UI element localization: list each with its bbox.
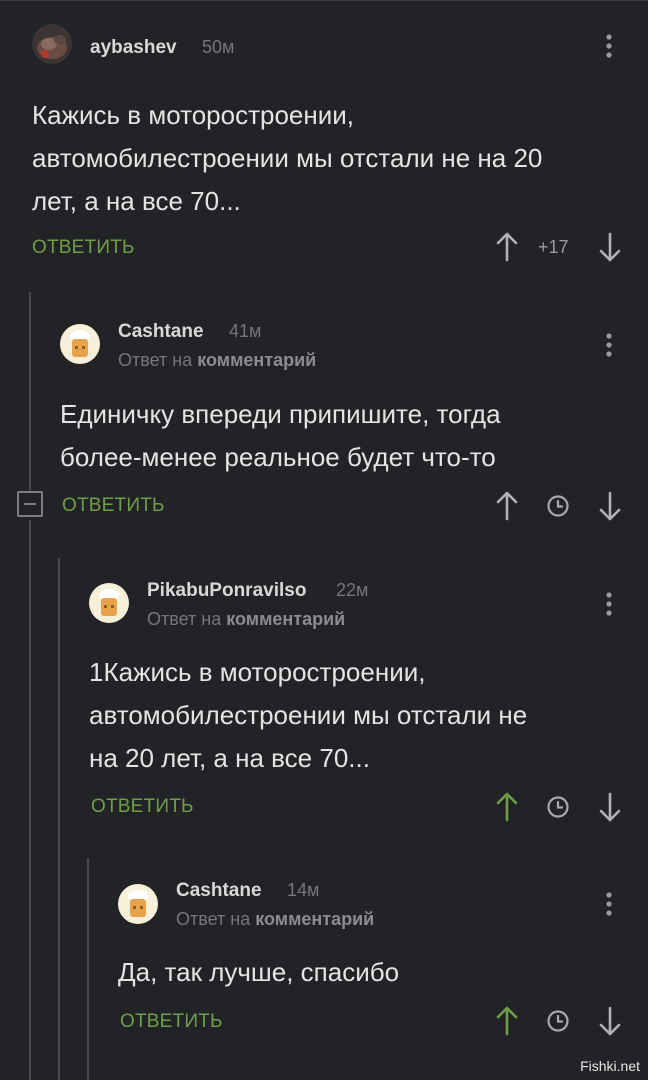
avatar[interactable]	[32, 24, 72, 64]
watermark: Fishki.net	[580, 1058, 640, 1074]
avatar[interactable]	[89, 583, 129, 623]
arrow-up-icon[interactable]	[495, 1005, 519, 1037]
clock-icon[interactable]	[546, 1009, 570, 1033]
arrow-up-icon[interactable]	[495, 231, 519, 263]
comment-text: 1Кажись в моторостроении, автомобилестро…	[89, 657, 528, 773]
username[interactable]: Cashtane	[118, 321, 204, 343]
reply-button[interactable]: ОТВЕТИТЬ	[32, 237, 135, 259]
timestamp: 41м	[229, 321, 262, 341]
clock-icon[interactable]	[546, 795, 570, 819]
more-vertical-icon[interactable]	[604, 590, 614, 620]
clock-icon[interactable]	[546, 494, 570, 518]
arrow-down-icon[interactable]	[598, 231, 622, 263]
comment-text: Единичку впереди припишите, тогда более-…	[60, 399, 501, 472]
reply-to-label[interactable]: Ответ на комментарий	[147, 609, 345, 630]
avatar[interactable]	[60, 324, 100, 364]
more-vertical-icon[interactable]	[604, 890, 614, 920]
reply-to-label[interactable]: Ответ на комментарий	[118, 350, 316, 371]
reply-button[interactable]: ОТВЕТИТЬ	[91, 796, 194, 818]
arrow-down-icon[interactable]	[598, 791, 622, 823]
top-divider	[0, 0, 648, 1]
thread-line-2	[58, 558, 60, 1080]
collapse-button[interactable]	[17, 491, 43, 517]
username[interactable]: Cashtane	[176, 880, 262, 902]
arrow-up-icon[interactable]	[495, 490, 519, 522]
more-vertical-icon[interactable]	[604, 32, 614, 62]
thread-line-3	[87, 858, 89, 1080]
arrow-down-icon[interactable]	[598, 490, 622, 522]
timestamp: 22м	[336, 580, 369, 600]
thread-line-1b	[29, 520, 31, 1080]
thread-line-1	[29, 292, 31, 492]
more-vertical-icon[interactable]	[604, 331, 614, 361]
arrow-down-icon[interactable]	[598, 1005, 622, 1037]
username[interactable]: PikabuPonravilso	[147, 580, 306, 602]
timestamp: 50м	[202, 37, 235, 57]
arrow-up-icon[interactable]	[495, 791, 519, 823]
reply-to-label[interactable]: Ответ на комментарий	[176, 909, 374, 930]
reply-button[interactable]: ОТВЕТИТЬ	[120, 1011, 223, 1033]
timestamp: 14м	[287, 880, 320, 900]
reply-button[interactable]: ОТВЕТИТЬ	[62, 495, 165, 517]
username[interactable]: aybashev	[90, 37, 177, 59]
comment-text: Кажись в моторостроении, автомобилестрое…	[32, 100, 543, 216]
rating-count: +17	[538, 237, 569, 257]
comment-text: Да, так лучше, спасибо	[118, 957, 400, 987]
avatar[interactable]	[118, 884, 158, 924]
